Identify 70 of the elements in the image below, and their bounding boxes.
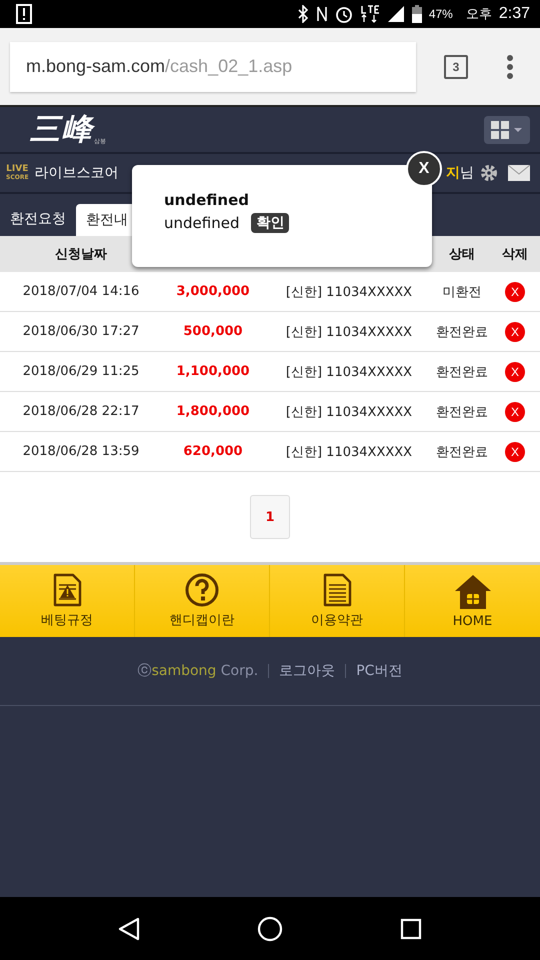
dialog-title: undefined bbox=[164, 191, 250, 209]
bluetooth-icon bbox=[296, 5, 309, 23]
live-score-link[interactable]: 라이브스코어 bbox=[34, 164, 119, 182]
table-cell-text: 미환전 bbox=[442, 284, 482, 300]
document-icon bbox=[322, 573, 352, 607]
notification-icon bbox=[16, 4, 32, 24]
footer-menu-item[interactable]: 핸디캡이란 bbox=[135, 565, 270, 637]
lte-icon bbox=[360, 4, 380, 24]
table-cell-text: [신한] 11034XXXXX bbox=[286, 364, 412, 380]
table-cell-text: [신한] 11034XXXXX bbox=[286, 284, 412, 300]
delete-button[interactable]: X bbox=[505, 322, 525, 342]
footer-link[interactable]: PC버전 bbox=[356, 662, 402, 680]
warning-document-icon bbox=[52, 573, 82, 607]
delete-button[interactable]: X bbox=[505, 282, 525, 302]
page-button[interactable]: 1 bbox=[250, 495, 290, 539]
back-icon[interactable] bbox=[118, 916, 140, 940]
table-cell: 500,000 bbox=[183, 324, 243, 339]
tab[interactable]: 환전요청 bbox=[0, 202, 76, 236]
footer-link[interactable]: 로그아웃 bbox=[279, 662, 336, 680]
honorific: 님 bbox=[460, 164, 474, 182]
logo[interactable]: 三峰 bbox=[30, 109, 94, 150]
tab-count-button[interactable]: 3 bbox=[444, 54, 468, 78]
table-cell: 3,000,000 bbox=[176, 284, 250, 299]
footer-menu-label: 베팅규정 bbox=[41, 612, 93, 629]
table-cell: 2018/06/30 17:27 bbox=[22, 324, 140, 339]
signal-icon bbox=[386, 5, 405, 23]
menu-grid-button[interactable] bbox=[484, 116, 530, 144]
footer-menu-label: 핸디캡이란 bbox=[170, 612, 234, 629]
table-cell-text: [신한] 11034XXXXX bbox=[286, 444, 412, 460]
footer-menu-label: HOME bbox=[452, 614, 492, 628]
nfc-icon bbox=[316, 5, 328, 23]
table-cell: 1,800,000 bbox=[176, 404, 250, 419]
delete-button[interactable]: X bbox=[505, 442, 525, 462]
settings-icon[interactable] bbox=[480, 164, 498, 182]
table-cell-text: 환전완료 bbox=[436, 444, 488, 460]
home-button-icon[interactable] bbox=[256, 916, 283, 942]
footer-menu-item[interactable]: 이용약관 bbox=[270, 565, 405, 637]
clock: 2:37 bbox=[498, 5, 530, 23]
column-header: 상태 bbox=[449, 246, 475, 263]
table-cell-text: [신한] 11034XXXXX bbox=[286, 404, 412, 420]
table-cell-text: 환전완료 bbox=[436, 364, 488, 380]
column-header: 삭제 bbox=[502, 246, 528, 263]
time-period: 오후 bbox=[466, 6, 492, 23]
footer-menu-item[interactable]: HOME bbox=[405, 565, 540, 637]
home-icon bbox=[454, 574, 492, 610]
column-header: 신청날짜 bbox=[55, 246, 107, 263]
footer-menu-label: 이용약관 bbox=[311, 612, 363, 629]
table-cell-text: 환전완료 bbox=[436, 404, 488, 420]
table-cell: 620,000 bbox=[183, 444, 243, 459]
user-name: 지 bbox=[446, 164, 460, 182]
battery-percent: 47% bbox=[428, 7, 453, 21]
alarm-icon bbox=[334, 5, 353, 23]
table-cell: 2018/06/29 11:25 bbox=[22, 364, 140, 379]
recent-apps-icon[interactable] bbox=[400, 918, 422, 940]
copyright: ⓒsambong Corp. bbox=[138, 662, 258, 680]
table-cell-text: [신한] 11034XXXXX bbox=[286, 324, 412, 340]
table-cell: 2018/06/28 13:59 bbox=[22, 444, 140, 459]
table-cell: 1,100,000 bbox=[176, 364, 250, 379]
address-bar[interactable]: m.bong-sam.com/cash_02_1.asp bbox=[10, 42, 416, 92]
delete-button[interactable]: X bbox=[505, 362, 525, 382]
table-cell: 2018/06/28 22:17 bbox=[22, 404, 140, 419]
confirm-button[interactable]: 확인 bbox=[251, 213, 290, 233]
menu-icon[interactable] bbox=[506, 54, 514, 80]
dialog-message: undefined bbox=[164, 214, 240, 232]
delete-button[interactable]: X bbox=[505, 402, 525, 422]
table-cell-text: 환전완료 bbox=[436, 324, 488, 340]
help-icon bbox=[185, 573, 219, 607]
table-cell: 2018/07/04 14:16 bbox=[22, 284, 140, 299]
battery-icon bbox=[412, 5, 422, 23]
footer-menu-item[interactable]: 베팅규정 bbox=[0, 565, 135, 637]
